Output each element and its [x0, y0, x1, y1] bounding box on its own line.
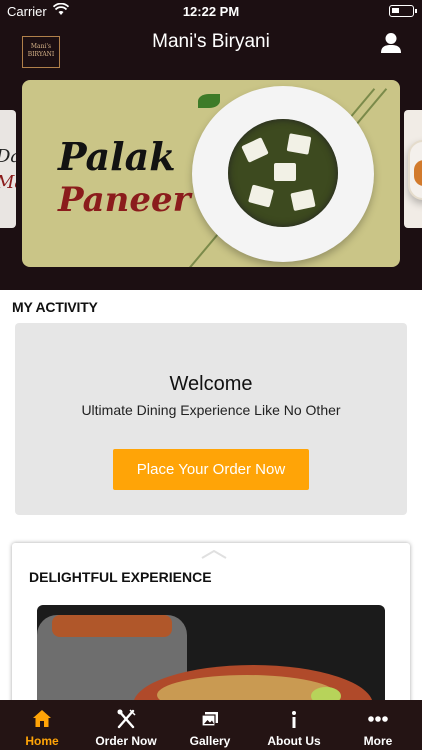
prev-slide-text-1: Da [0, 146, 16, 167]
welcome-card: Welcome Ultimate Dining Experience Like … [15, 323, 407, 515]
info-icon [292, 711, 296, 728]
carousel-next-slide[interactable] [404, 110, 422, 228]
app-title: Mani's Biryani [152, 31, 270, 52]
home-icon [33, 710, 51, 727]
gallery-icon [201, 712, 218, 727]
paneer-cube [274, 163, 296, 181]
user-profile-icon[interactable] [380, 32, 402, 54]
carousel-slide-palak-paneer[interactable]: Palak Paneer [22, 80, 400, 267]
tab-home[interactable]: Home [0, 700, 84, 750]
paneer-cube [248, 184, 274, 208]
paneer-cube [286, 133, 312, 155]
paneer-cube [241, 137, 269, 163]
experience-heading: DELIGHTFUL EXPERIENCE [29, 569, 212, 585]
dish-plate-image [192, 86, 374, 262]
mint-leaf [198, 94, 220, 108]
tab-order-now-label: Order Now [95, 734, 157, 748]
utensils-icon [117, 709, 136, 729]
palak-gravy [228, 119, 338, 227]
tab-home-label: Home [25, 734, 59, 748]
welcome-title: Welcome [169, 373, 253, 395]
tab-order-now[interactable]: Order Now [84, 700, 168, 750]
carousel-prev-slide[interactable]: Da Ma [0, 110, 16, 228]
prev-slide-text-2: Ma [0, 172, 16, 193]
welcome-subtitle: Ultimate Dining Experience Like No Other [81, 402, 341, 418]
tab-more-label: More [363, 734, 393, 748]
paneer-cube [290, 188, 316, 212]
tab-about-us-label: About Us [267, 734, 321, 748]
chevron-up-icon[interactable] [201, 549, 227, 559]
tab-about-us[interactable]: About Us [252, 700, 336, 750]
status-bar: Carrier 12:22 PM [0, 0, 422, 22]
banner-title-line2: Paneer [58, 180, 191, 220]
bottom-tab-bar: Home Order Now Gallery About Us More [0, 700, 422, 750]
banner-title-line1: Palak [58, 134, 176, 179]
pot-food [52, 615, 172, 637]
tab-gallery-label: Gallery [189, 734, 231, 748]
next-slide-food [414, 160, 422, 186]
battery-icon [389, 5, 417, 17]
more-dots-icon [368, 716, 388, 722]
place-order-button[interactable]: Place Your Order Now [113, 449, 309, 490]
my-activity-heading: MY ACTIVITY [12, 299, 98, 315]
tab-gallery[interactable]: Gallery [168, 700, 252, 750]
tab-more[interactable]: More [336, 700, 420, 750]
header-area: Carrier 12:22 PM Mani's BIRYANI Mani's B… [0, 0, 422, 290]
clock: 12:22 PM [182, 4, 240, 19]
nav-bar: Mani's BIRYANI Mani's Biryani [0, 22, 422, 68]
